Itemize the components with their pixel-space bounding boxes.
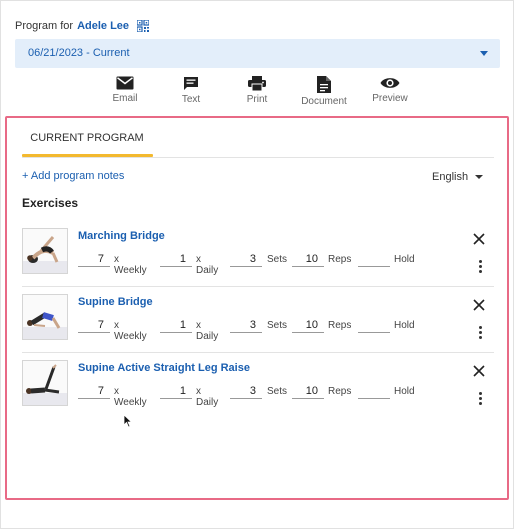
program-date-value: 06/21/2023 - Current [28, 47, 130, 59]
text-button[interactable]: Text [161, 76, 221, 105]
more-options-icon[interactable] [477, 392, 483, 408]
more-options-icon[interactable] [477, 326, 483, 342]
sets-label: Sets [267, 254, 288, 265]
hold-input[interactable] [358, 251, 390, 267]
document-label: Document [301, 96, 347, 107]
weekly-input[interactable]: 7 [78, 383, 110, 399]
close-icon[interactable] [472, 364, 486, 378]
email-label: Email [112, 93, 138, 104]
email-icon [116, 76, 134, 90]
program-header: Program for Adele Lee [15, 19, 150, 33]
eye-icon [380, 78, 400, 88]
reps-input[interactable]: 10 [292, 317, 324, 333]
exercises-heading: Exercises [22, 196, 79, 210]
daily-label: x Daily [196, 254, 219, 276]
program-date-select[interactable]: 06/21/2023 - Current [15, 39, 500, 68]
reps-label: Reps [328, 320, 352, 331]
daily-label: x Daily [196, 386, 219, 408]
weekly-label: x Weekly [114, 386, 147, 408]
qr-code-icon[interactable] [136, 19, 150, 33]
language-select[interactable]: English [432, 171, 484, 183]
weekly-label: x Weekly [114, 320, 147, 342]
message-icon [184, 77, 198, 90]
document-button[interactable]: Document [294, 76, 354, 107]
sets-label: Sets [267, 386, 288, 397]
sets-label: Sets [267, 320, 288, 331]
exercise-row: Marching Bridge 7 x Weekly 1 x Daily 3 S… [22, 220, 494, 287]
add-program-notes-link[interactable]: + Add program notes [22, 170, 124, 182]
exercise-title[interactable]: Marching Bridge [78, 230, 165, 242]
email-button[interactable]: Email [95, 76, 155, 104]
more-options-icon[interactable] [477, 260, 483, 276]
printer-icon [248, 76, 266, 91]
daily-label: x Daily [196, 320, 219, 342]
language-value: English [432, 171, 469, 183]
hold-input[interactable] [358, 383, 390, 399]
reps-input[interactable]: 10 [292, 383, 324, 399]
document-icon [317, 76, 331, 93]
current-program-panel: CURRENT PROGRAM + Add program notes Engl… [5, 116, 509, 500]
hold-label: Hold [394, 320, 415, 331]
hold-input[interactable] [358, 317, 390, 333]
reps-label: Reps [328, 386, 352, 397]
action-bar: Email Text Print Document Preview [0, 76, 514, 110]
weekly-input[interactable]: 7 [78, 317, 110, 333]
exercise-row: Supine Active Straight Leg Raise 7 x Wee… [22, 352, 494, 418]
hold-label: Hold [394, 386, 415, 397]
chevron-down-icon [475, 175, 484, 179]
reps-label: Reps [328, 254, 352, 265]
print-button[interactable]: Print [227, 76, 287, 105]
daily-input[interactable]: 1 [160, 383, 192, 399]
patient-name: Adele Lee [77, 20, 130, 32]
tab-divider [22, 157, 494, 158]
program-for-label: Program for [15, 20, 74, 32]
sets-input[interactable]: 3 [230, 317, 262, 333]
reps-input[interactable]: 10 [292, 251, 324, 267]
exercise-thumbnail[interactable] [22, 294, 68, 340]
preview-button[interactable]: Preview [360, 76, 420, 104]
weekly-label: x Weekly [114, 254, 147, 276]
mouse-cursor-icon [123, 414, 133, 428]
sets-input[interactable]: 3 [230, 251, 262, 267]
exercise-thumbnail[interactable] [22, 228, 68, 274]
exercise-thumbnail[interactable] [22, 360, 68, 406]
daily-input[interactable]: 1 [160, 251, 192, 267]
exercise-title[interactable]: Supine Active Straight Leg Raise [78, 362, 250, 374]
exercise-row: Supine Bridge 7 x Weekly 1 x Daily 3 Set… [22, 286, 494, 353]
print-label: Print [246, 94, 268, 105]
close-icon[interactable] [472, 298, 486, 312]
hold-label: Hold [394, 254, 415, 265]
preview-label: Preview [372, 93, 408, 104]
close-icon[interactable] [472, 232, 486, 246]
sets-input[interactable]: 3 [230, 383, 262, 399]
weekly-input[interactable]: 7 [78, 251, 110, 267]
exercise-title[interactable]: Supine Bridge [78, 296, 153, 308]
text-label: Text [181, 94, 201, 105]
tab-current-program[interactable]: CURRENT PROGRAM [22, 128, 152, 156]
chevron-down-icon [480, 51, 488, 56]
daily-input[interactable]: 1 [160, 317, 192, 333]
